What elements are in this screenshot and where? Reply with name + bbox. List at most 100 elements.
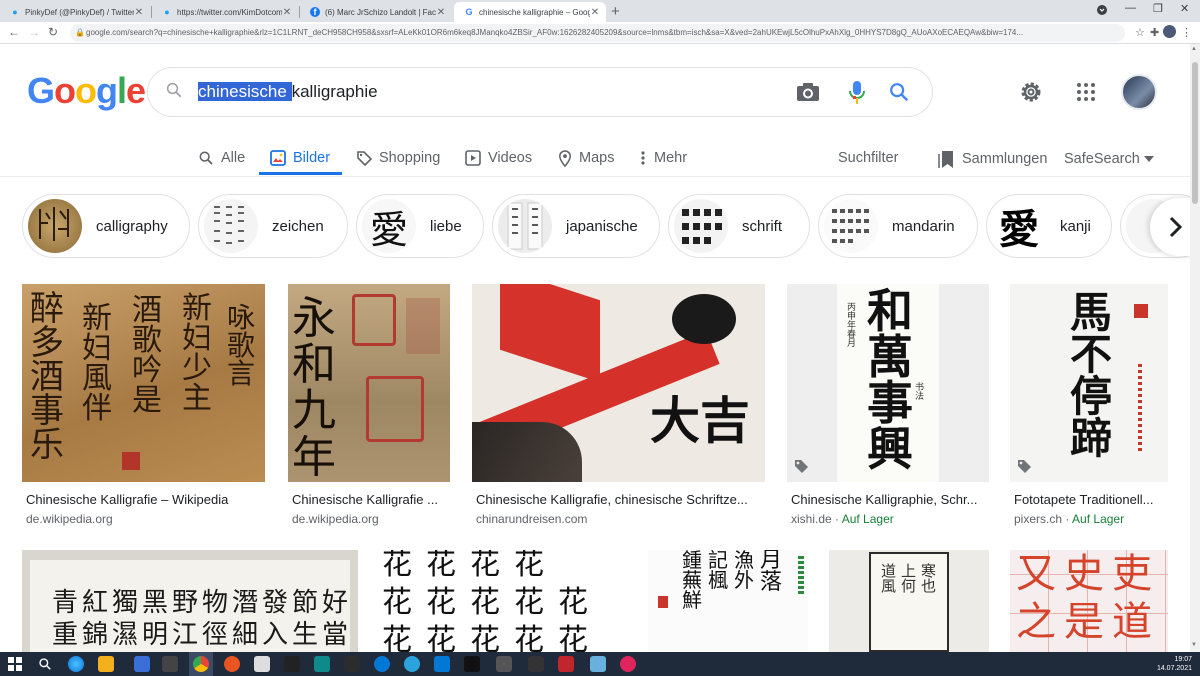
camera-icon[interactable] (796, 81, 820, 103)
browser-tab[interactable]: ● PinkyDef (@PinkyDef) / Twitter ✕ (0, 2, 150, 22)
search-submit-icon[interactable] (888, 81, 910, 103)
profile-menu-icon[interactable] (1096, 4, 1108, 19)
bookmark-star-icon[interactable]: ☆ (1135, 26, 1145, 39)
google-logo[interactable]: Google (27, 70, 146, 112)
search-input[interactable]: chinesische kalligraphie (198, 82, 378, 102)
windows-start-icon[interactable] (8, 657, 22, 671)
close-tab-icon[interactable]: ✕ (134, 7, 144, 18)
browser-tab-bar: ● PinkyDef (@PinkyDef) / Twitter ✕ ● htt… (0, 0, 1200, 22)
scroll-up-icon[interactable]: ▲ (1191, 46, 1197, 52)
edge-icon[interactable] (68, 656, 84, 672)
app-icon[interactable] (284, 656, 300, 672)
tab-title: https://twitter.com/KimDotcom/s (177, 7, 282, 17)
app-icon[interactable] (344, 656, 360, 672)
new-tab-button[interactable]: + (611, 3, 620, 20)
image-result[interactable]: 又史吏 之是道 (1010, 550, 1168, 652)
search-icon[interactable] (38, 657, 52, 671)
chip-label: calligraphy (96, 217, 168, 235)
scroll-down-icon[interactable]: ▼ (1191, 642, 1197, 648)
store-icon[interactable] (162, 656, 178, 672)
tab-all[interactable]: Alle (198, 143, 245, 173)
url-field[interactable]: 🔒 google.com/search?q=chinesische+kallig… (70, 24, 1125, 42)
chip-label: kanji (1060, 217, 1091, 235)
chip-japanische[interactable]: japanische (492, 194, 660, 258)
chip-mandarin[interactable]: mandarin (818, 194, 978, 258)
app-icon[interactable] (496, 656, 512, 672)
image-result[interactable]: 馬不停蹄 Fototapete Traditionell... pixers.c… (1010, 284, 1168, 529)
collections-button[interactable]: Sammlungen (938, 144, 1047, 174)
tab-maps[interactable]: Maps (558, 143, 614, 173)
tab-images[interactable]: Bilder (270, 143, 330, 173)
chip-zeichen[interactable]: zeichen (198, 194, 348, 258)
image-result[interactable]: 醉多酒事乐 新妇風伴 酒歌吟是 新妇少主 咏歌言 Chinesische Kal… (22, 284, 265, 529)
account-avatar[interactable] (1121, 74, 1157, 110)
app-icon[interactable] (314, 656, 330, 672)
microphone-icon[interactable] (848, 80, 866, 106)
image-result[interactable]: 鍾蕪鮮 記楓 漁外 月落 (648, 550, 808, 652)
browser-menu-icon[interactable]: ⋮ (1181, 26, 1192, 39)
taskbar-clock[interactable]: 19:07 14.07.2021 (1157, 655, 1192, 673)
skype-icon[interactable] (434, 656, 450, 672)
tab-videos[interactable]: Videos (465, 143, 532, 173)
telegram-icon[interactable] (404, 656, 420, 672)
twitter-icon: ● (164, 7, 170, 17)
app-icon[interactable] (254, 656, 270, 672)
search-tools-button[interactable]: Suchfilter (838, 143, 898, 173)
scrollbar-thumb[interactable] (1192, 62, 1198, 204)
extensions-icon[interactable]: ✚ (1150, 26, 1159, 39)
result-source: pixers.ch · Auf Lager (1014, 512, 1125, 526)
window-close-icon[interactable]: ✕ (1180, 2, 1189, 15)
result-source: chinarundreisen.com (476, 512, 587, 526)
chip-liebe[interactable]: 愛 liebe (356, 194, 484, 258)
tab-label: Maps (579, 150, 615, 166)
calligraphy-text: 花花花花 (382, 550, 558, 582)
apps-grid-icon[interactable] (1076, 82, 1096, 102)
image-result[interactable]: 道風 上何 寒也 (829, 550, 989, 652)
close-tab-icon[interactable]: ✕ (436, 7, 446, 18)
close-tab-icon[interactable]: ✕ (282, 7, 292, 18)
file-explorer-icon[interactable] (98, 656, 114, 672)
tab-more[interactable]: Mehr (640, 143, 687, 173)
chip-schrift[interactable]: schrift (668, 194, 810, 258)
chip-kanji[interactable]: 愛 kanji (986, 194, 1112, 258)
active-tab-indicator (259, 172, 342, 175)
maximize-icon[interactable]: ❐ (1153, 2, 1163, 15)
mail-icon[interactable] (134, 656, 150, 672)
back-icon[interactable]: ← (8, 25, 20, 39)
app-icon[interactable] (558, 656, 574, 672)
browser-tab-active[interactable]: G chinesische kalligraphie – Google ✕ (454, 2, 606, 22)
safesearch-dropdown[interactable]: SafeSearch (1064, 144, 1154, 174)
browser-tab[interactable]: ● https://twitter.com/KimDotcom/s ✕ (152, 2, 298, 22)
tab-title: chinesische kalligraphie – Google (479, 7, 590, 17)
page-scrollbar[interactable]: ▲ ▼ (1190, 44, 1200, 652)
tab-label: Bilder (293, 150, 331, 166)
reload-icon[interactable]: ↻ (48, 25, 58, 39)
app-icon[interactable] (590, 656, 606, 672)
image-result[interactable]: 花花花花 花花花花花 花花花花花 (378, 550, 628, 652)
result-source: de.wikipedia.org (26, 512, 113, 526)
browser-tab[interactable]: f (6) Marc JrSchizo Landolt | Faceb ✕ (300, 2, 452, 22)
search-box[interactable]: chinesische kalligraphie (147, 67, 933, 117)
chrome-icon[interactable] (193, 656, 209, 672)
image-result[interactable]: 大吉 Chinesische Kalligrafie, chinesische … (472, 284, 765, 529)
logo-letter: o (75, 70, 97, 111)
caret-down-icon (1143, 156, 1154, 162)
tab-shopping[interactable]: Shopping (356, 143, 440, 173)
profile-avatar-icon[interactable] (1163, 25, 1176, 38)
app-icon[interactable] (620, 656, 636, 672)
chip-calligraphy[interactable]: calligraphy (22, 194, 190, 258)
terminal-icon[interactable] (464, 656, 480, 672)
image-result[interactable]: 青紅獨黑野物潛發節好 重錦濕明江徑細入生當 (22, 550, 358, 652)
seal-stamp (122, 452, 140, 470)
image-result[interactable]: 和萬事興 丙申年春月 书法 Chinesische Kalligraphie, … (787, 284, 989, 529)
forward-icon[interactable]: → (28, 25, 40, 39)
search-icon (199, 151, 213, 165)
app-icon[interactable] (528, 656, 544, 672)
result-title: Fototapete Traditionell... (1014, 492, 1154, 507)
close-tab-icon[interactable]: ✕ (590, 7, 600, 18)
app-icon[interactable] (374, 656, 390, 672)
minimize-icon[interactable]: — (1125, 2, 1136, 14)
image-result[interactable]: 永和九年 Chinesische Kalligrafie ... de.wiki… (288, 284, 450, 529)
settings-gear-icon[interactable] (1019, 80, 1043, 104)
ubuntu-icon[interactable] (224, 656, 240, 672)
